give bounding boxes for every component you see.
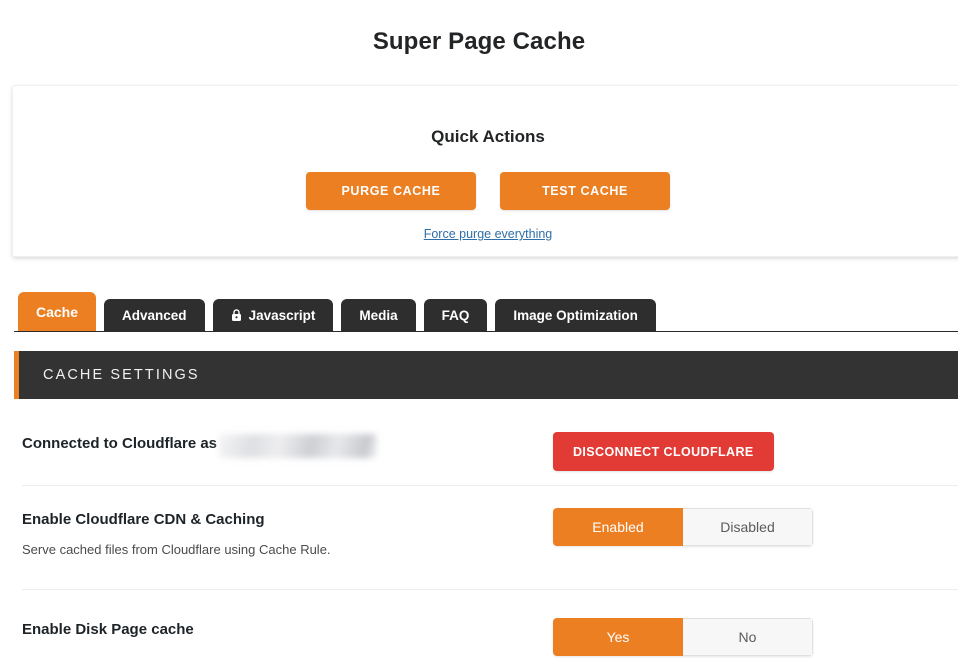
disk-title: Enable Disk Page cache xyxy=(22,621,194,638)
disconnect-cloudflare-button[interactable]: DISCONNECT CLOUDFLARE xyxy=(553,432,774,471)
tab-javascript[interactable]: Javascript xyxy=(212,299,334,332)
tab-media[interactable]: Media xyxy=(341,299,416,332)
tab-advanced[interactable]: Advanced xyxy=(104,299,205,332)
tab-javascript-label: Javascript xyxy=(248,308,316,323)
cdn-toggle[interactable]: Enabled Disabled xyxy=(553,508,813,546)
section-title: CACHE SETTINGS xyxy=(43,367,200,383)
tab-faq-label: FAQ xyxy=(441,308,470,323)
row-connected-to-cloudflare: Connected to Cloudflare as DISCONNECT CL… xyxy=(0,399,958,486)
connected-title-wrapper: Connected to Cloudflare as xyxy=(22,434,535,459)
tab-image-optimization[interactable]: Image Optimization xyxy=(495,299,656,332)
tab-faq[interactable]: FAQ xyxy=(423,299,488,332)
tab-bar: Cache Advanced Javascript Media FAQ Imag… xyxy=(18,292,656,332)
cdn-label-col: Enable Cloudflare CDN & Caching Serve ca… xyxy=(22,508,535,559)
disk-control-col: Yes No xyxy=(553,618,936,656)
lock-icon xyxy=(231,309,242,322)
redacted-account-name xyxy=(219,434,378,459)
quick-actions-buttons: PURGE CACHE TEST CACHE xyxy=(13,172,958,210)
tab-cache-label: Cache xyxy=(36,304,79,320)
cdn-title: Enable Cloudflare CDN & Caching xyxy=(22,511,265,528)
row-enable-cloudflare-cdn: Enable Cloudflare CDN & Caching Serve ca… xyxy=(0,486,958,590)
force-purge-everything-link[interactable]: Force purge everything xyxy=(424,227,553,241)
cdn-description: Serve cached files from Cloudflare using… xyxy=(22,542,331,557)
disk-toggle[interactable]: Yes No xyxy=(553,618,813,656)
tab-cache[interactable]: Cache xyxy=(18,292,97,332)
disk-toggle-no[interactable]: No xyxy=(683,618,813,656)
disk-label-col: Enable Disk Page cache xyxy=(22,618,535,640)
cdn-control-col: Enabled Disabled xyxy=(553,508,936,546)
settings-list: Connected to Cloudflare as DISCONNECT CL… xyxy=(0,399,958,672)
cache-settings-header: CACHE SETTINGS xyxy=(14,351,958,399)
connected-label: Connected to Cloudflare as xyxy=(22,435,218,452)
row-enable-disk-page-cache: Enable Disk Page cache Yes No xyxy=(0,590,958,672)
disk-toggle-yes[interactable]: Yes xyxy=(553,618,683,656)
tab-advanced-label: Advanced xyxy=(122,308,187,323)
tab-bar-divider xyxy=(14,331,958,332)
section-accent-bar xyxy=(14,351,19,399)
connected-control-col: DISCONNECT CLOUDFLARE xyxy=(553,432,936,471)
tab-media-label: Media xyxy=(359,308,398,323)
cdn-toggle-disabled[interactable]: Disabled xyxy=(683,508,813,546)
force-purge-link-wrapper: Force purge everything xyxy=(13,225,958,243)
page-title: Super Page Cache xyxy=(372,28,586,55)
quick-actions-card: Quick Actions PURGE CACHE TEST CACHE For… xyxy=(12,85,958,257)
tab-image-optimization-label: Image Optimization xyxy=(513,308,638,323)
purge-cache-button[interactable]: PURGE CACHE xyxy=(306,172,476,210)
test-cache-button[interactable]: TEST CACHE xyxy=(500,172,670,210)
connected-label-col: Connected to Cloudflare as xyxy=(22,432,535,459)
cdn-toggle-enabled[interactable]: Enabled xyxy=(553,508,683,546)
quick-actions-heading: Quick Actions xyxy=(431,127,545,146)
